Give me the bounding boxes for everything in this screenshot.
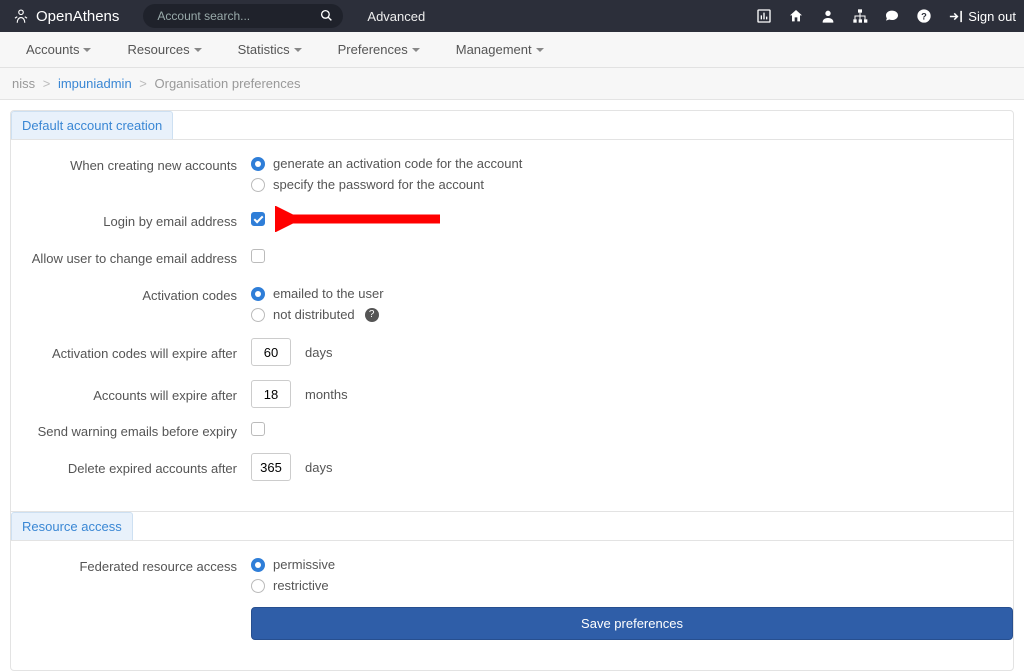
svg-text:?: ?: [921, 11, 927, 21]
nav-management[interactable]: Management: [438, 32, 562, 67]
option-text: permissive: [273, 557, 335, 572]
brand-text: OpenAthens: [36, 8, 119, 25]
label-accounts-expire: Accounts will expire after: [11, 384, 251, 403]
label-when-creating: When creating new accounts: [11, 154, 251, 173]
option-text: generate an activation code for the acco…: [273, 156, 522, 171]
search-wrap: [143, 4, 343, 28]
save-preferences-button[interactable]: Save preferences: [251, 607, 1013, 640]
sign-out-link[interactable]: Sign out: [948, 9, 1016, 24]
unit-days: days: [305, 460, 332, 475]
brand-logo: OpenAthens: [12, 7, 119, 25]
resource-access-section: Federated resource access permissive res…: [11, 541, 1013, 670]
unit-days: days: [305, 345, 332, 360]
caret-icon: [294, 48, 302, 52]
search-icon[interactable]: [320, 9, 333, 25]
option-text: specify the password for the account: [273, 177, 484, 192]
main-nav: Accounts Resources Statistics Preference…: [0, 32, 1024, 68]
label-login-email: Login by email address: [11, 210, 251, 229]
breadcrumb-sep: >: [43, 76, 51, 91]
checkbox-warning-emails[interactable]: [251, 422, 265, 436]
input-delete-after-days[interactable]: [251, 453, 291, 481]
home-icon[interactable]: [788, 8, 804, 24]
checkbox-allow-change-email[interactable]: [251, 249, 265, 263]
radio-generate-activation[interactable]: [251, 157, 265, 171]
help-icon[interactable]: ?: [916, 8, 932, 24]
search-input[interactable]: [143, 4, 343, 28]
dashboard-icon[interactable]: [756, 8, 772, 24]
nav-preferences[interactable]: Preferences: [320, 32, 438, 67]
comment-icon[interactable]: [884, 8, 900, 24]
input-accounts-expire-months[interactable]: [251, 380, 291, 408]
label-activation-codes: Activation codes: [11, 284, 251, 303]
top-icons: ? Sign out: [756, 8, 1016, 24]
caret-icon: [83, 48, 91, 52]
label-delete-expired: Delete expired accounts after: [11, 457, 251, 476]
nav-statistics[interactable]: Statistics: [220, 32, 320, 67]
radio-restrictive[interactable]: [251, 579, 265, 593]
default-creation-section: When creating new accounts generate an a…: [11, 140, 1013, 511]
radio-specify-password[interactable]: [251, 178, 265, 192]
section-header-default-creation: Default account creation: [11, 111, 173, 139]
label-warning-emails: Send warning emails before expiry: [11, 420, 251, 439]
option-text: emailed to the user: [273, 286, 384, 301]
annotation-arrow-icon: [275, 206, 445, 232]
preferences-panel: Default account creation When creating n…: [10, 110, 1014, 671]
sitemap-icon[interactable]: [852, 8, 868, 24]
checkbox-login-by-email[interactable]: [251, 212, 265, 226]
nav-accounts[interactable]: Accounts: [8, 32, 109, 67]
label-federated: Federated resource access: [11, 555, 251, 574]
caret-icon: [412, 48, 420, 52]
breadcrumb-item: niss: [12, 76, 35, 91]
breadcrumb: niss > impuniadmin > Organisation prefer…: [0, 68, 1024, 100]
radio-not-distributed[interactable]: [251, 308, 265, 322]
section-header-resource-access: Resource access: [11, 512, 133, 540]
top-bar: OpenAthens Advanced ? Sign out: [0, 0, 1024, 32]
nav-resources[interactable]: Resources: [109, 32, 219, 67]
breadcrumb-current: Organisation preferences: [155, 76, 301, 91]
caret-icon: [536, 48, 544, 52]
breadcrumb-sep: >: [139, 76, 147, 91]
radio-permissive[interactable]: [251, 558, 265, 572]
caret-icon: [194, 48, 202, 52]
user-icon[interactable]: [820, 8, 836, 24]
openathens-icon: [12, 7, 30, 25]
input-codes-expire-days[interactable]: [251, 338, 291, 366]
unit-months: months: [305, 387, 348, 402]
label-allow-change-email: Allow user to change email address: [11, 247, 251, 266]
radio-emailed-user[interactable]: [251, 287, 265, 301]
label-codes-expire: Activation codes will expire after: [11, 342, 251, 361]
help-icon[interactable]: ?: [365, 308, 379, 322]
option-text: not distributed: [273, 307, 355, 322]
advanced-search-link[interactable]: Advanced: [367, 9, 425, 24]
option-text: restrictive: [273, 578, 329, 593]
breadcrumb-link[interactable]: impuniadmin: [58, 76, 132, 91]
